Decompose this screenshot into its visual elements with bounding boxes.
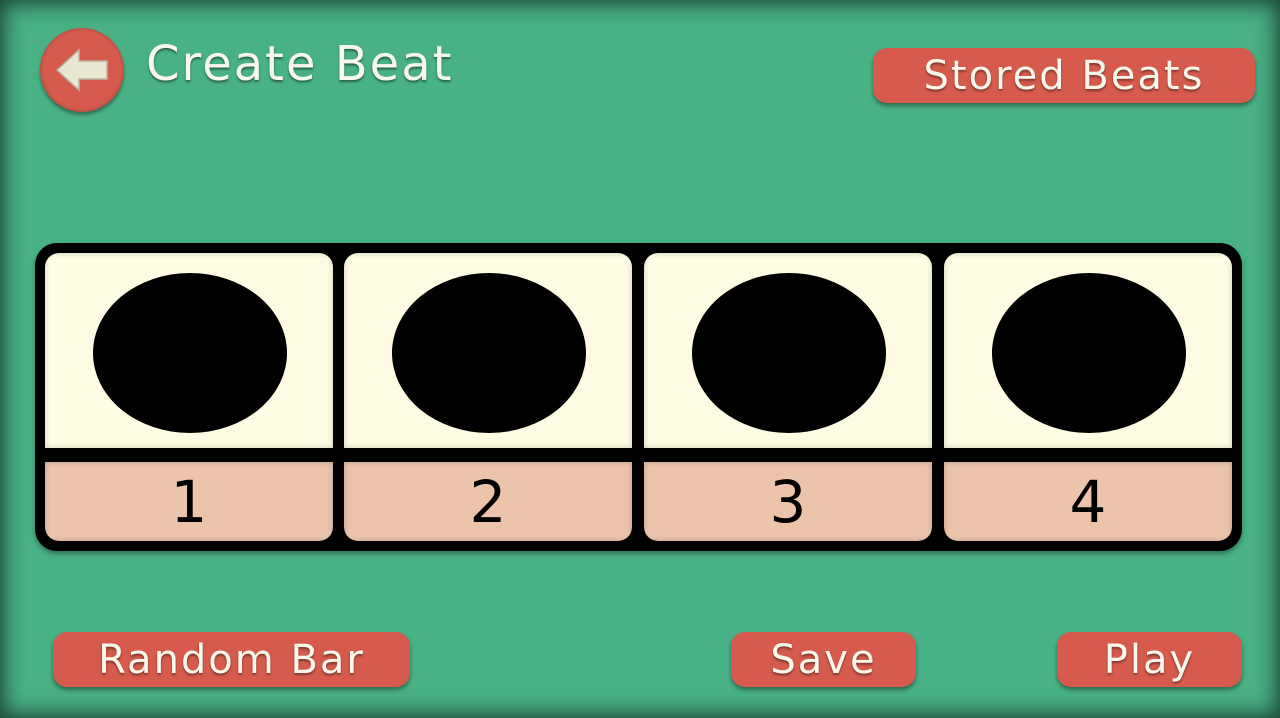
beat-pad[interactable]	[344, 253, 632, 448]
beat-pad[interactable]	[45, 253, 333, 448]
save-button[interactable]: Save	[731, 632, 916, 687]
back-arrow-icon	[55, 48, 108, 92]
beat-number: 3	[644, 462, 932, 541]
stored-beats-button[interactable]: Stored Beats	[873, 48, 1255, 103]
beat-cell-4[interactable]: 4	[944, 253, 1232, 541]
beat-number: 2	[344, 462, 632, 541]
beat-number: 1	[45, 462, 333, 541]
note-circle-icon	[93, 273, 287, 433]
back-button[interactable]	[40, 28, 124, 112]
beat-bar: 1 2 3 4	[35, 243, 1242, 551]
beat-cell-2[interactable]: 2	[344, 253, 632, 541]
note-circle-icon	[692, 273, 886, 433]
page-title: Create Beat	[146, 36, 454, 92]
beat-number: 4	[944, 462, 1232, 541]
random-bar-button[interactable]: Random Bar	[53, 632, 410, 687]
beat-cell-3[interactable]: 3	[644, 253, 932, 541]
note-circle-icon	[992, 273, 1186, 433]
play-button[interactable]: Play	[1057, 632, 1242, 687]
note-circle-icon	[392, 273, 586, 433]
beat-pad[interactable]	[644, 253, 932, 448]
beat-cell-1[interactable]: 1	[45, 253, 333, 541]
beat-pad[interactable]	[944, 253, 1232, 448]
